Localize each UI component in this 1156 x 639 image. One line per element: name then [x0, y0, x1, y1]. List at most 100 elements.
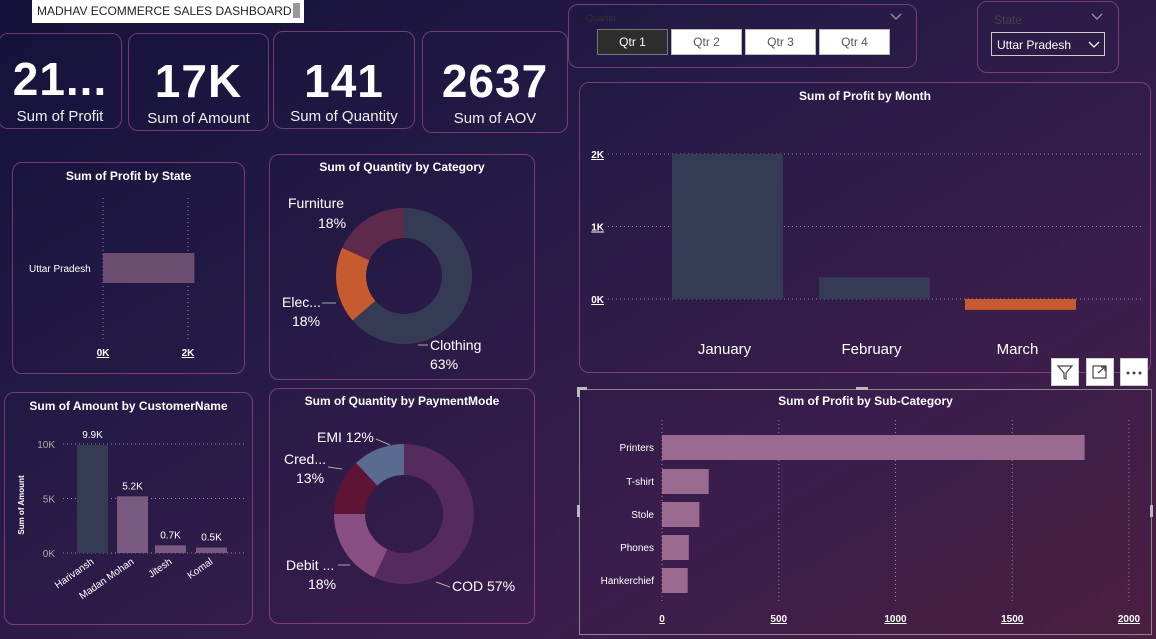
category-label: Stole — [631, 510, 654, 521]
quarter-option-qtr2[interactable]: Qtr 2 — [671, 29, 742, 55]
data-label: 5.2K — [122, 481, 143, 492]
state-dropdown-value: Uttar Pradesh — [997, 38, 1072, 52]
chart-quantity-by-category[interactable]: Sum of Quantity by Category Clothing 63% E… — [269, 154, 535, 380]
kpi-value: 21... — [12, 53, 108, 105]
chart-profit-by-state[interactable]: Sum of Profit by State Uttar Pradesh 0K 2K — [12, 162, 245, 374]
chart-quantity-by-paymentmode-plot: COD 57% Debit ... 18% Cred... 13% EMI 12% — [284, 429, 515, 594]
quarter-option-qtr1[interactable]: Qtr 1 — [597, 29, 668, 55]
dashboard-title: MADHAV ECOMMERCE SALES DASHBOARD — [37, 4, 292, 18]
slice-label: Debit ... — [286, 557, 334, 573]
leader-line — [327, 466, 343, 470]
y-tick-label: 0K — [43, 549, 56, 560]
quarter-option-qtr3[interactable]: Qtr 3 — [745, 29, 816, 55]
slice-label: 63% — [430, 356, 458, 372]
state-slicer: State Uttar Pradesh — [977, 1, 1119, 73]
resize-handle[interactable] — [856, 387, 868, 390]
y-tick-label: 2K — [591, 150, 605, 161]
slice-label: Clothing — [430, 337, 481, 353]
data-label: 9.9K — [82, 430, 103, 441]
slice-label: EMI 12% — [317, 429, 374, 445]
x-tick-label: Jitesh — [147, 556, 175, 580]
kpi-label: Sum of Quantity — [290, 108, 398, 125]
bar — [662, 568, 688, 593]
y-axis-label: Sum of Amount — [17, 475, 26, 535]
data-label: 0.5K — [201, 533, 222, 544]
leader-line — [375, 438, 391, 446]
x-tick-label: 2K — [182, 348, 196, 359]
x-tick-label: January — [698, 341, 752, 358]
category-label: Uttar Pradesh — [29, 264, 91, 275]
chart-profit-by-subcategory[interactable]: Sum of Profit by Sub-Category 0 500 1000 15… — [577, 387, 1153, 635]
quarter-option-qtr4[interactable]: Qtr 4 — [819, 29, 890, 55]
category-label: T-shirt — [626, 477, 654, 488]
bar — [965, 299, 1076, 310]
x-tick-label: 0 — [659, 614, 665, 625]
chart-quantity-by-category-plot: Clothing 63% Elec... 18% Furniture 18% — [282, 195, 481, 372]
slice-label: 18% — [292, 313, 320, 329]
focus-mode-icon[interactable] — [1086, 358, 1114, 386]
chart-profit-by-month-plot: 0K 1K 2K January February March — [591, 150, 1142, 358]
filter-icon[interactable] — [1051, 358, 1079, 386]
bar — [672, 154, 783, 299]
y-tick-label: 5K — [43, 495, 56, 506]
category-label: Hankerchief — [601, 576, 655, 587]
slice-label: COD 57% — [452, 578, 515, 594]
resize-handle[interactable] — [577, 387, 580, 397]
bar — [662, 469, 709, 494]
leader-line — [435, 581, 451, 588]
slice-label: Elec... — [282, 294, 321, 310]
chevron-down-icon — [1088, 41, 1100, 48]
chart-profit-by-subcategory-plot: 0 500 1000 1500 2000 Printers T-shirt Stole Phon… — [601, 420, 1141, 625]
y-tick-label: 0K — [591, 295, 605, 306]
quarter-slicer-label: Quarter — [586, 13, 617, 23]
x-tick-label: 1500 — [1001, 614, 1024, 625]
slice-label: 18% — [318, 215, 346, 231]
bar — [662, 502, 700, 527]
bar — [662, 435, 1085, 460]
slice-label: Furniture — [288, 195, 344, 211]
slice-label: 13% — [296, 470, 324, 486]
data-label: 0.7K — [160, 530, 181, 541]
bar — [196, 547, 227, 553]
resize-handle[interactable] — [1150, 505, 1153, 517]
x-tick-label: 0K — [97, 348, 111, 359]
chart-profit-by-state-plot: Uttar Pradesh 0K 2K — [29, 198, 196, 359]
chart-quantity-by-paymentmode[interactable]: Sum of Quantity by PaymentMode COD 57% De… — [269, 388, 535, 624]
kpi-value: 17K — [154, 55, 243, 107]
kpi-value: 141 — [304, 55, 384, 107]
chart-profit-by-month[interactable]: Sum of Profit by Month 0K 1K 2K January Febr… — [579, 82, 1151, 373]
x-tick-label: March — [997, 341, 1039, 358]
state-slicer-label: State — [994, 13, 1023, 27]
x-tick-label: 500 — [770, 614, 787, 625]
kpi-card-quantity: 141 Sum of Quantity — [273, 31, 415, 129]
bar — [117, 496, 148, 553]
bar — [77, 445, 108, 553]
x-tick-label: February — [841, 341, 902, 358]
y-tick-label: 10K — [37, 440, 55, 451]
slice-label: Cred... — [284, 451, 326, 467]
kpi-label: Sum of AOV — [453, 110, 537, 127]
category-label: Printers — [620, 443, 654, 454]
kpi-label: Sum of Amount — [147, 110, 250, 127]
chart-amount-by-customer[interactable]: Sum of Amount by CustomerName 0K 5K 10K Sum… — [4, 392, 253, 625]
dashboard-title-bar: MADHAV ECOMMERCE SALES DASHBOARD — [32, 0, 304, 23]
bar — [819, 277, 930, 299]
more-options-icon[interactable] — [1120, 358, 1148, 386]
kpi-card-aov: 2637 Sum of AOV — [422, 31, 568, 133]
x-tick-label: 1000 — [884, 614, 907, 625]
state-dropdown[interactable]: Uttar Pradesh — [991, 32, 1105, 56]
bar — [662, 535, 689, 560]
kpi-value: 2637 — [441, 55, 549, 107]
slice-label: 18% — [308, 576, 336, 592]
bar — [155, 545, 186, 553]
bar — [103, 253, 195, 283]
chevron-down-icon[interactable] — [889, 12, 903, 22]
scrollbar-grip[interactable] — [293, 3, 300, 18]
y-tick-label: 1K — [591, 223, 605, 234]
resize-handle[interactable] — [577, 505, 580, 517]
x-tick-label: Komal — [186, 556, 216, 581]
chevron-down-icon[interactable] — [1090, 12, 1104, 22]
kpi-card-amount: 17K Sum of Amount — [128, 33, 269, 131]
x-tick-label: 2000 — [1118, 614, 1141, 625]
chart-amount-by-customer-plot: 0K5K10KSum of Amount9.9KHarivansh5.2KMad… — [17, 430, 245, 602]
